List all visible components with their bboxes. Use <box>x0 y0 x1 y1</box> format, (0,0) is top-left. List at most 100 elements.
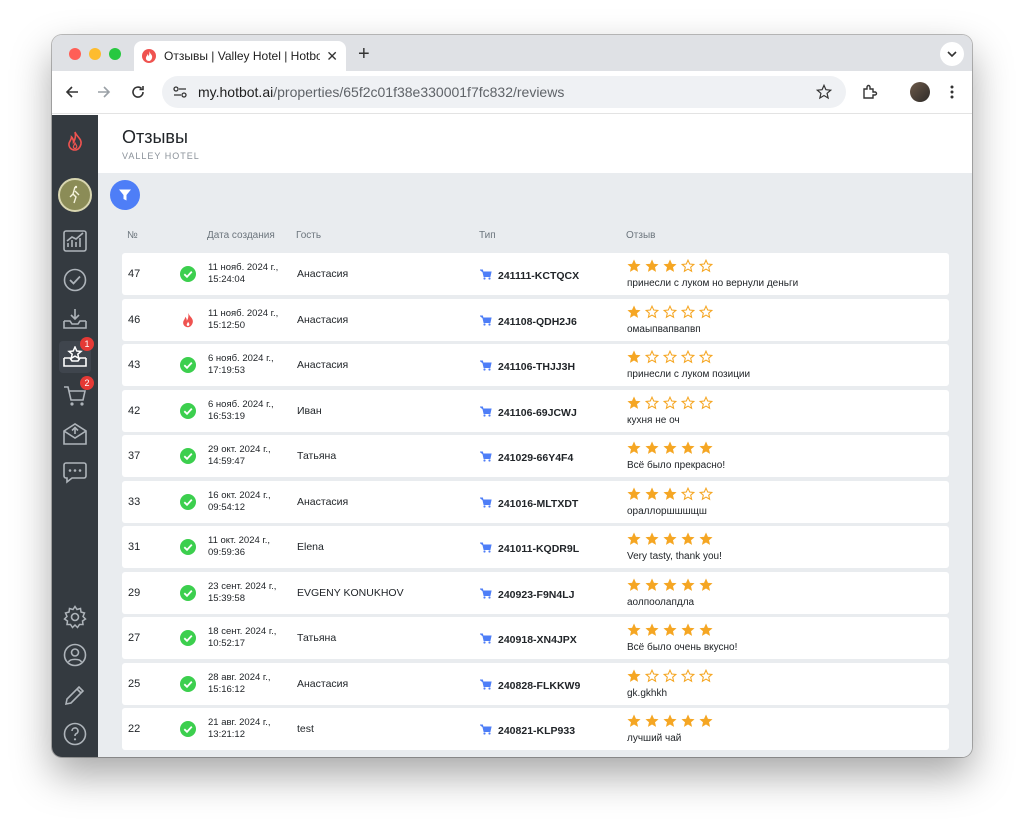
sidebar-item-tasks[interactable] <box>59 264 91 296</box>
created-date-time: 16:53:19 <box>208 410 245 422</box>
rating-stars <box>627 349 717 369</box>
order-code[interactable]: 240923-F9N4LJ <box>498 589 574 601</box>
star-outline-icon <box>698 486 717 506</box>
cart-icon <box>479 267 492 285</box>
site-settings-icon[interactable] <box>166 78 194 106</box>
table-row[interactable]: 33 16 окт. 2024 г., 09:54:12 Анастасия 24101… <box>122 480 949 523</box>
review-text: принесли с луком но вернули деньги <box>627 278 799 289</box>
guest-name: Elena <box>297 541 324 553</box>
chat-icon <box>63 462 87 484</box>
more-vertical-icon <box>950 85 954 99</box>
property-avatar[interactable] <box>58 178 92 212</box>
hotbot-logo[interactable] <box>59 125 91 157</box>
review-number: 33 <box>128 495 141 508</box>
reload-icon <box>132 86 144 98</box>
cart-icon <box>479 358 492 376</box>
pencil-icon <box>64 685 85 706</box>
profile-avatar[interactable] <box>910 82 930 102</box>
table-row[interactable]: 43 6 нояб. 2024 г., 17:19:53 Анастасия 24110… <box>122 344 949 386</box>
star-outline-icon <box>644 304 663 324</box>
browser-window: Отзывы | Valley Hotel | Hotbot ✕ + my.ho… <box>52 35 972 757</box>
star-filled-icon <box>627 532 645 551</box>
order-code[interactable]: 240828-FLKKW9 <box>498 680 580 692</box>
table-row[interactable]: 46 11 нояб. 2024 г., 15:12:50 Анастасия 2411… <box>122 298 949 341</box>
order-code[interactable]: 241029-66Y4F4 <box>498 452 573 464</box>
table-row[interactable]: 22 21 авг. 2024 г., 13:21:12 test 240821-KLP… <box>122 708 949 750</box>
order-type[interactable]: 240828-FLKKW9 <box>479 677 580 695</box>
filter-button[interactable] <box>110 180 140 210</box>
minimize-window-button[interactable] <box>89 48 101 60</box>
order-type[interactable]: 241106-THJJ3H <box>479 358 575 376</box>
star-outline-icon <box>680 258 699 278</box>
star-outline-icon <box>662 349 681 369</box>
order-type[interactable]: 240918-XN4JPX <box>479 631 577 649</box>
browser-tab[interactable]: Отзывы | Valley Hotel | Hotbot ✕ <box>134 41 346 71</box>
order-code[interactable]: 241011-KQDR9L <box>498 543 579 555</box>
order-type[interactable]: 241108-QDH2J6 <box>479 313 577 331</box>
sidebar-item-settings[interactable] <box>59 601 91 633</box>
sidebar-item-mailing[interactable] <box>59 418 91 450</box>
created-date-day: 28 авг. 2024 г., <box>208 671 271 683</box>
order-code[interactable]: 240918-XN4JPX <box>498 634 577 646</box>
order-type[interactable]: 240821-KLP933 <box>479 722 575 740</box>
close-window-button[interactable] <box>69 48 81 60</box>
column-header-review[interactable]: Отзыв <box>626 230 655 241</box>
order-code[interactable]: 241106-69JCWJ <box>498 407 577 419</box>
back-button[interactable] <box>60 80 84 104</box>
address-bar[interactable]: my.hotbot.ai/properties/65f2c01f38e33000… <box>162 76 846 108</box>
order-type[interactable]: 241106-69JCWJ <box>479 404 577 422</box>
reload-button[interactable] <box>126 80 150 104</box>
sidebar-item-reviews[interactable]: 1 <box>59 337 94 373</box>
created-date-day: 6 нояб. 2024 г., <box>208 398 274 410</box>
bookmark-button[interactable] <box>812 80 836 104</box>
table-row[interactable]: 27 18 сент. 2024 г., 10:52:17 Татьяна 240918… <box>122 617 949 659</box>
table-row[interactable]: 37 29 окт. 2024 г., 14:59:47 Татьяна 241029-… <box>122 435 949 477</box>
order-type[interactable]: 241029-66Y4F4 <box>479 449 573 467</box>
forward-button[interactable] <box>92 80 116 104</box>
order-code[interactable]: 241106-THJJ3H <box>498 361 575 373</box>
tab-close-icon[interactable]: ✕ <box>326 48 338 65</box>
browser-menu-button[interactable] <box>940 80 964 104</box>
guest-name: Анастасия <box>297 495 349 508</box>
sidebar-item-analytics[interactable] <box>59 225 91 257</box>
sidebar-item-profile[interactable] <box>59 639 91 671</box>
table-row[interactable]: 29 23 сент. 2024 г., 15:39:58 EVGENY KONUKH… <box>122 571 949 614</box>
order-type[interactable]: 241016-MLTXDT <box>479 495 578 513</box>
sidebar-item-help[interactable] <box>59 718 91 750</box>
star-filled-icon <box>645 441 663 460</box>
order-code[interactable]: 241111-KCTQCX <box>498 270 579 282</box>
sidebar-item-edit[interactable] <box>59 679 91 711</box>
sidebar-item-orders[interactable]: 2 <box>59 376 94 412</box>
table-row[interactable]: 25 28 авг. 2024 г., 15:16:12 Анастасия 24082… <box>122 662 949 705</box>
column-header-num[interactable]: № <box>127 230 138 241</box>
star-filled-icon <box>663 623 681 642</box>
order-type[interactable]: 241111-KCTQCX <box>479 267 579 285</box>
order-code[interactable]: 241016-MLTXDT <box>498 498 578 510</box>
sidebar-item-chats[interactable] <box>59 457 91 489</box>
star-filled-icon <box>627 714 645 733</box>
sidebar-item-inbox[interactable] <box>59 303 91 335</box>
column-header-guest[interactable]: Гость <box>296 230 321 241</box>
star-filled-icon <box>699 623 717 642</box>
table-row[interactable]: 42 6 нояб. 2024 г., 16:53:19 Иван 241106-69J… <box>122 389 949 432</box>
created-date-time: 09:54:12 <box>208 501 245 513</box>
column-header-created[interactable]: Дата создания <box>207 230 275 241</box>
extensions-button[interactable] <box>858 80 882 104</box>
star-filled-icon <box>645 623 663 642</box>
star-filled-icon <box>663 441 681 460</box>
created-date: 16 окт. 2024 г., 09:54:12 <box>208 490 271 514</box>
table-row[interactable]: 31 11 окт. 2024 г., 09:59:36 Elena 241011-KQ… <box>122 526 949 568</box>
order-code[interactable]: 241108-QDH2J6 <box>498 316 577 328</box>
order-type[interactable]: 241011-KQDR9L <box>479 540 579 558</box>
tab-search-button[interactable] <box>940 42 964 66</box>
created-date: 21 авг. 2024 г., 13:21:12 <box>208 717 270 741</box>
order-code[interactable]: 240821-KLP933 <box>498 725 575 737</box>
check-circle-icon <box>180 675 196 692</box>
created-date-day: 18 сент. 2024 г., <box>208 626 277 637</box>
column-header-type[interactable]: Тип <box>479 230 496 241</box>
table-row[interactable]: 47 11 нояб. 2024 г., 15:24:04 Анастасия 2411… <box>122 253 949 295</box>
new-tab-icon[interactable]: + <box>358 43 370 66</box>
star-outline-icon <box>662 395 681 415</box>
order-type[interactable]: 240923-F9N4LJ <box>479 586 574 604</box>
maximize-window-button[interactable] <box>109 48 121 60</box>
